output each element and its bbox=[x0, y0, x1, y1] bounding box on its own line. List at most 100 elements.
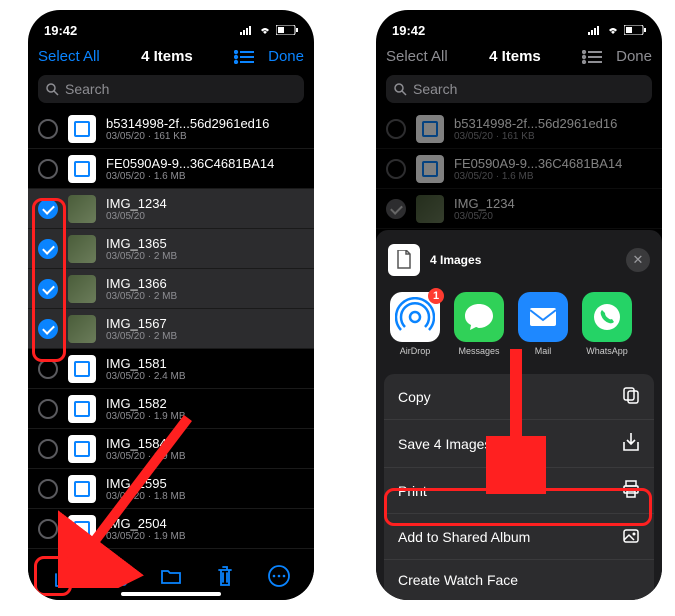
action-album[interactable]: Add to Shared Album bbox=[384, 514, 654, 560]
file-subtitle: 03/05/20 · 2.4 MB bbox=[106, 371, 186, 382]
sheet-doc-icon bbox=[388, 244, 420, 276]
search-field[interactable]: Search bbox=[38, 75, 304, 103]
action-label: Print bbox=[398, 483, 427, 499]
share-target-mail[interactable]: Mail bbox=[518, 292, 568, 356]
search-field[interactable]: Search bbox=[386, 75, 652, 103]
status-time: 19:42 bbox=[44, 23, 77, 38]
copy-icon bbox=[622, 386, 640, 407]
select-radio bbox=[386, 199, 406, 219]
action-label: Add to Shared Album bbox=[398, 529, 530, 545]
move-button[interactable] bbox=[155, 560, 187, 592]
select-radio[interactable] bbox=[38, 399, 58, 419]
file-thumb-doc bbox=[68, 395, 96, 423]
select-radio[interactable] bbox=[38, 319, 58, 339]
select-radio[interactable] bbox=[38, 519, 58, 539]
done-button[interactable]: Done bbox=[268, 48, 304, 65]
file-name: IMG_1595 bbox=[106, 476, 186, 491]
share-target-whatsapp[interactable]: WhatsApp bbox=[582, 292, 632, 356]
file-subtitle: 03/05/20 · 2 MB bbox=[106, 291, 177, 302]
action-save[interactable]: Save 4 Images bbox=[384, 420, 654, 468]
file-name: IMG_1366 bbox=[106, 276, 177, 291]
file-subtitle: 03/05/20 · 2 MB bbox=[106, 251, 177, 262]
share-target-label: WhatsApp bbox=[586, 346, 628, 356]
sheet-close-button[interactable]: ✕ bbox=[626, 248, 650, 272]
status-indicators bbox=[588, 25, 646, 35]
phone-screenshot-right: 19:42 Select All 4 Items Done Search b53… bbox=[376, 10, 662, 600]
more-button[interactable] bbox=[263, 560, 295, 592]
file-subtitle: 03/05/20 · 161 KB bbox=[106, 131, 269, 142]
file-row[interactable]: IMG_158103/05/20 · 2.4 MB bbox=[28, 349, 314, 389]
select-radio[interactable] bbox=[38, 439, 58, 459]
share-target-label: AirDrop bbox=[400, 346, 431, 356]
file-name: IMG_1234 bbox=[454, 196, 515, 211]
wifi-icon bbox=[606, 25, 620, 35]
view-mode-icon[interactable] bbox=[234, 50, 254, 64]
share-actions: CopySave 4 Images Print Add to Shared Albu… bbox=[384, 374, 654, 600]
duplicate-button[interactable] bbox=[101, 560, 133, 592]
file-row: b5314998-2f...56d2961ed1603/05/20 · 161 … bbox=[376, 109, 662, 149]
file-subtitle: 03/05/20 · 1.8 MB bbox=[106, 491, 186, 502]
search-placeholder: Search bbox=[413, 81, 457, 97]
select-radio bbox=[386, 119, 406, 139]
select-all-button[interactable]: Select All bbox=[38, 48, 100, 65]
file-row[interactable]: IMG_158403/05/20 · 1.9 MB bbox=[28, 429, 314, 469]
action-watch[interactable]: Create Watch Face bbox=[384, 560, 654, 600]
file-subtitle: 03/05/20 · 161 KB bbox=[454, 131, 617, 142]
file-subtitle: 03/05/20 · 1.9 MB bbox=[106, 531, 186, 542]
file-thumb-image bbox=[68, 275, 96, 303]
file-list[interactable]: b5314998-2f...56d2961ed1603/05/20 · 161 … bbox=[28, 109, 314, 549]
file-name: FE0590A9-9...36C4681BA14 bbox=[454, 156, 622, 171]
sheet-title: 4 Images bbox=[430, 253, 616, 267]
delete-button[interactable] bbox=[209, 560, 241, 592]
action-copy[interactable]: Copy bbox=[384, 374, 654, 420]
album-icon bbox=[622, 526, 640, 547]
select-all-button[interactable]: Select All bbox=[386, 48, 448, 65]
file-row[interactable]: FE0590A9-9...36C4681BA1403/05/20 · 1.6 M… bbox=[28, 149, 314, 189]
select-radio bbox=[386, 159, 406, 179]
view-mode-icon[interactable] bbox=[582, 50, 602, 64]
select-radio[interactable] bbox=[38, 199, 58, 219]
status-bar: 19:42 bbox=[28, 10, 314, 42]
select-radio[interactable] bbox=[38, 239, 58, 259]
save-icon bbox=[622, 432, 640, 455]
share-button[interactable] bbox=[47, 560, 79, 592]
share-targets: 1 AirDrop Messages Mail WhatsApp bbox=[376, 286, 662, 366]
file-row: IMG_123403/05/20 bbox=[376, 189, 662, 229]
done-button[interactable]: Done bbox=[616, 48, 652, 65]
share-target-messages[interactable]: Messages bbox=[454, 292, 504, 356]
file-row[interactable]: IMG_250403/05/20 · 1.9 MB bbox=[28, 509, 314, 549]
file-row: FE0590A9-9...36C4681BA1403/05/20 · 1.6 M… bbox=[376, 149, 662, 189]
share-target-label: Messages bbox=[458, 346, 499, 356]
file-row[interactable]: IMG_159503/05/20 · 1.8 MB bbox=[28, 469, 314, 509]
share-sheet: 4 Images ✕ 1AirDropMessagesMailWhatsApp … bbox=[376, 230, 662, 600]
file-thumb-doc bbox=[68, 515, 96, 543]
file-thumb-image bbox=[416, 195, 444, 223]
select-radio[interactable] bbox=[38, 279, 58, 299]
file-row[interactable]: IMG_136603/05/20 · 2 MB bbox=[28, 269, 314, 309]
file-row[interactable]: IMG_156703/05/20 · 2 MB bbox=[28, 309, 314, 349]
file-row[interactable]: IMG_123403/05/20 bbox=[28, 189, 314, 229]
select-radio[interactable] bbox=[38, 119, 58, 139]
file-thumb-doc bbox=[416, 115, 444, 143]
select-radio[interactable] bbox=[38, 159, 58, 179]
file-name: FE0590A9-9...36C4681BA14 bbox=[106, 156, 274, 171]
signal-icon bbox=[588, 25, 602, 35]
select-radio[interactable] bbox=[38, 479, 58, 499]
file-name: IMG_1234 bbox=[106, 196, 167, 211]
action-print[interactable]: Print bbox=[384, 468, 654, 514]
file-subtitle: 03/05/20 · 1.6 MB bbox=[106, 171, 274, 182]
file-row[interactable]: IMG_136503/05/20 · 2 MB bbox=[28, 229, 314, 269]
file-name: IMG_1581 bbox=[106, 356, 186, 371]
file-name: IMG_1584 bbox=[106, 436, 186, 451]
file-subtitle: 03/05/20 · 1.9 MB bbox=[106, 451, 186, 462]
share-target-airdrop[interactable]: 1 AirDrop bbox=[390, 292, 440, 356]
search-placeholder: Search bbox=[65, 81, 109, 97]
file-row[interactable]: b5314998-2f...56d2961ed1603/05/20 · 161 … bbox=[28, 109, 314, 149]
select-radio[interactable] bbox=[38, 359, 58, 379]
airdrop-icon: 1 bbox=[390, 292, 440, 342]
share-target-label: Mail bbox=[535, 346, 552, 356]
phone-screenshot-left: 19:42 Select All 4 Items Done Search b53… bbox=[28, 10, 314, 600]
nav-title: 4 Items bbox=[141, 48, 193, 65]
file-row[interactable]: IMG_158203/05/20 · 1.9 MB bbox=[28, 389, 314, 429]
file-subtitle: 03/05/20 bbox=[106, 211, 167, 222]
